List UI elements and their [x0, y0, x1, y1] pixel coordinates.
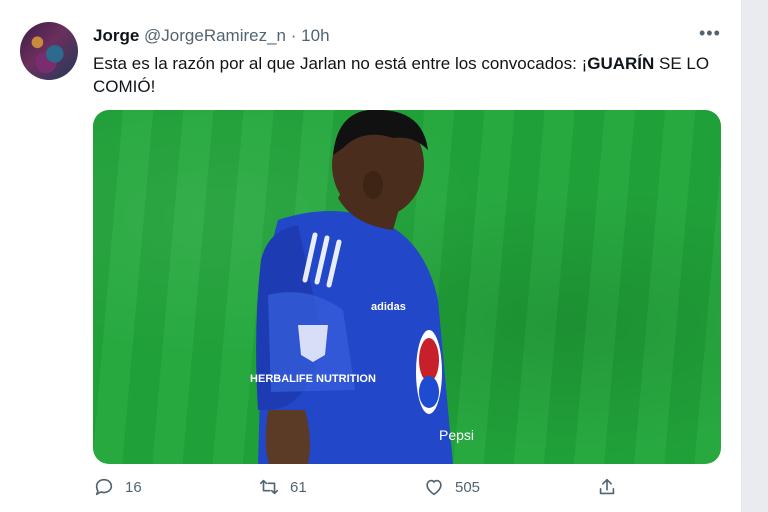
jersey-brand-text: adidas [371, 301, 406, 313]
tweet-text: Esta es la razón por al que Jarlan no es… [93, 52, 723, 98]
retweet-icon [259, 479, 279, 495]
chest-sponsor-text: Pepsi [439, 427, 474, 443]
author-name[interactable]: Jorge [93, 26, 139, 45]
like-button[interactable]: 505 [423, 476, 480, 498]
reply-button[interactable]: 16 [93, 476, 142, 498]
author-handle[interactable]: @JorgeRamirez_n [144, 26, 286, 45]
like-count: 505 [455, 478, 481, 496]
share-icon [599, 478, 615, 495]
tweet-timestamp[interactable]: 10h [301, 26, 329, 45]
heart-icon [426, 479, 442, 496]
separator-dot: · [290, 26, 297, 45]
reply-icon [95, 478, 113, 496]
avatar[interactable] [20, 22, 78, 80]
tweet-text-pre: Esta es la razón por al que Jarlan no es… [93, 54, 588, 73]
tweet-card: Jorge @JorgeRamirez_n · 10h ••• Esta es … [0, 0, 742, 512]
tweet-header: Jorge @JorgeRamirez_n · 10h [93, 26, 330, 46]
tweet-media-image[interactable]: HERBALIFE NUTRITION Pepsi adidas [93, 110, 721, 464]
player-illustration: HERBALIFE NUTRITION Pepsi adidas [250, 110, 474, 464]
tweet-text-bold: GUARÍN [587, 54, 655, 73]
sleeve-sponsor-text: HERBALIFE NUTRITION [250, 373, 376, 385]
retweet-button[interactable]: 61 [258, 476, 307, 498]
reply-count: 16 [125, 478, 142, 496]
retweet-count: 61 [290, 478, 307, 496]
share-button[interactable] [596, 476, 618, 498]
tweet-actions: 16 61 505 [93, 476, 723, 504]
more-options-icon[interactable]: ••• [699, 24, 721, 42]
